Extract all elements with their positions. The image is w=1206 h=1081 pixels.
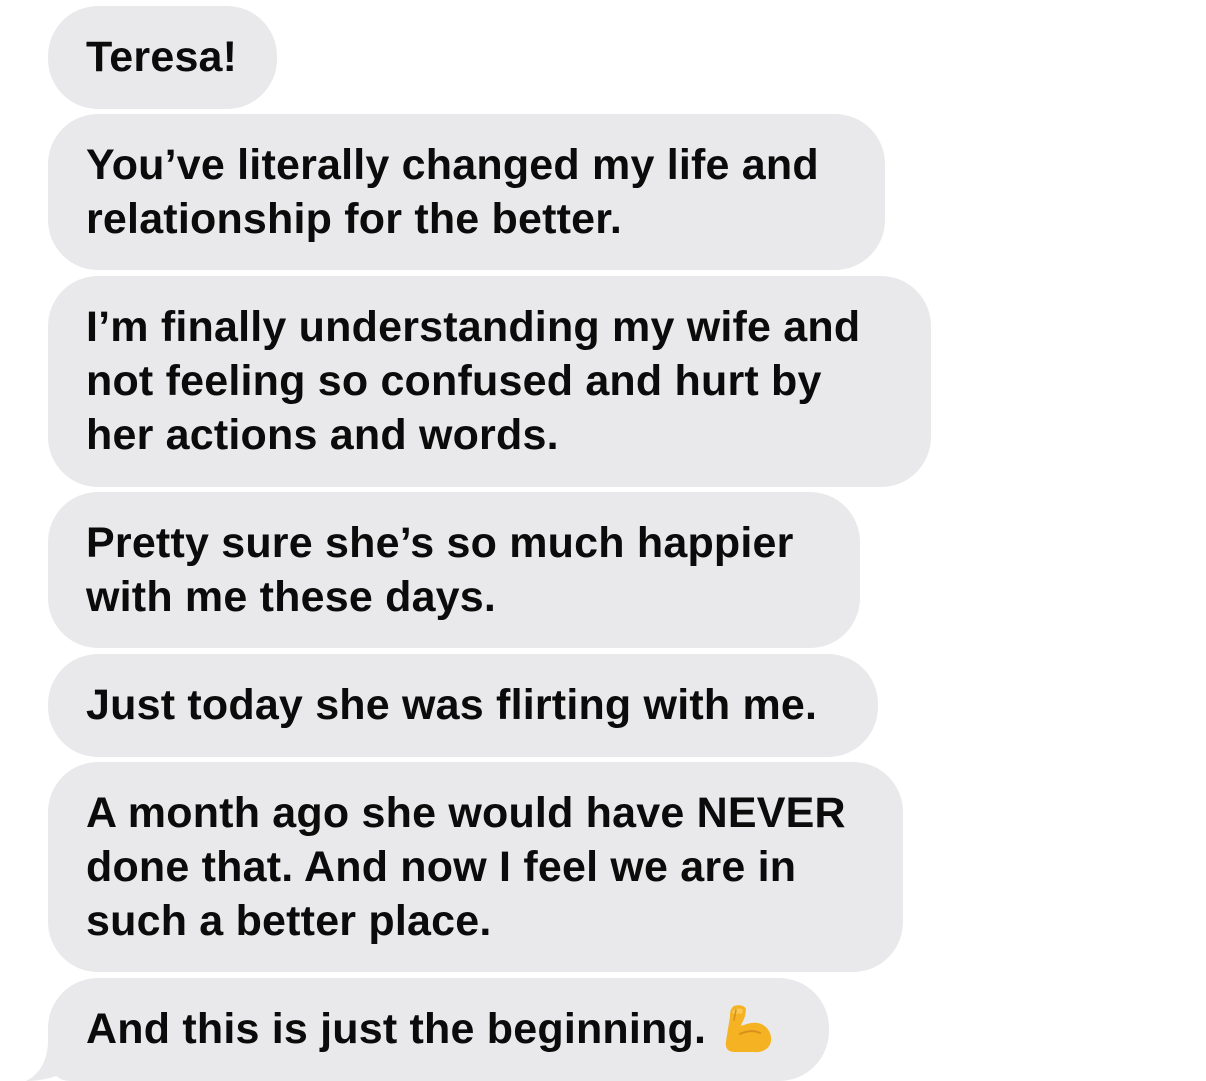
message-bubble[interactable]: Pretty sure she’s so much happier with m… <box>48 492 860 648</box>
message-bubble[interactable]: You’ve literally changed my life and rel… <box>48 114 885 270</box>
message-bubble[interactable]: I’m finally understanding my wife and no… <box>48 276 931 487</box>
message-line: such a better place. <box>86 897 492 945</box>
message-thread: Teresa! You’ve literally changed my life… <box>0 0 1206 1081</box>
message-line: with me these days. <box>86 573 497 621</box>
message-line: A month ago she would have NEVER <box>86 789 846 837</box>
message-line-text: And this is just the beginning. <box>86 1005 707 1053</box>
message-bubble[interactable]: Teresa! <box>48 6 277 109</box>
message-line: not feeling so confused and hurt by <box>86 357 822 405</box>
flexed-biceps-icon <box>725 1004 772 1052</box>
message-line: Teresa! <box>86 33 238 81</box>
message-line: Just today she was flirting with me. <box>86 681 818 729</box>
message-bubble[interactable]: A month ago she would have NEVER done th… <box>48 762 903 972</box>
message-line: You’ve literally changed my life and <box>86 141 819 189</box>
message-bubble[interactable]: And this is just the beginning. <box>48 978 829 1081</box>
message-line: her actions and words. <box>86 411 559 459</box>
message-line: Pretty sure she’s so much happier <box>86 519 794 567</box>
message-line: And this is just the beginning. <box>86 1002 791 1056</box>
message-line: done that. And now I feel we are in <box>86 843 797 891</box>
message-line: I’m finally understanding my wife and <box>86 303 861 351</box>
message-line: relationship for the better. <box>86 195 623 243</box>
message-bubble[interactable]: Just today she was flirting with me. <box>48 654 878 757</box>
